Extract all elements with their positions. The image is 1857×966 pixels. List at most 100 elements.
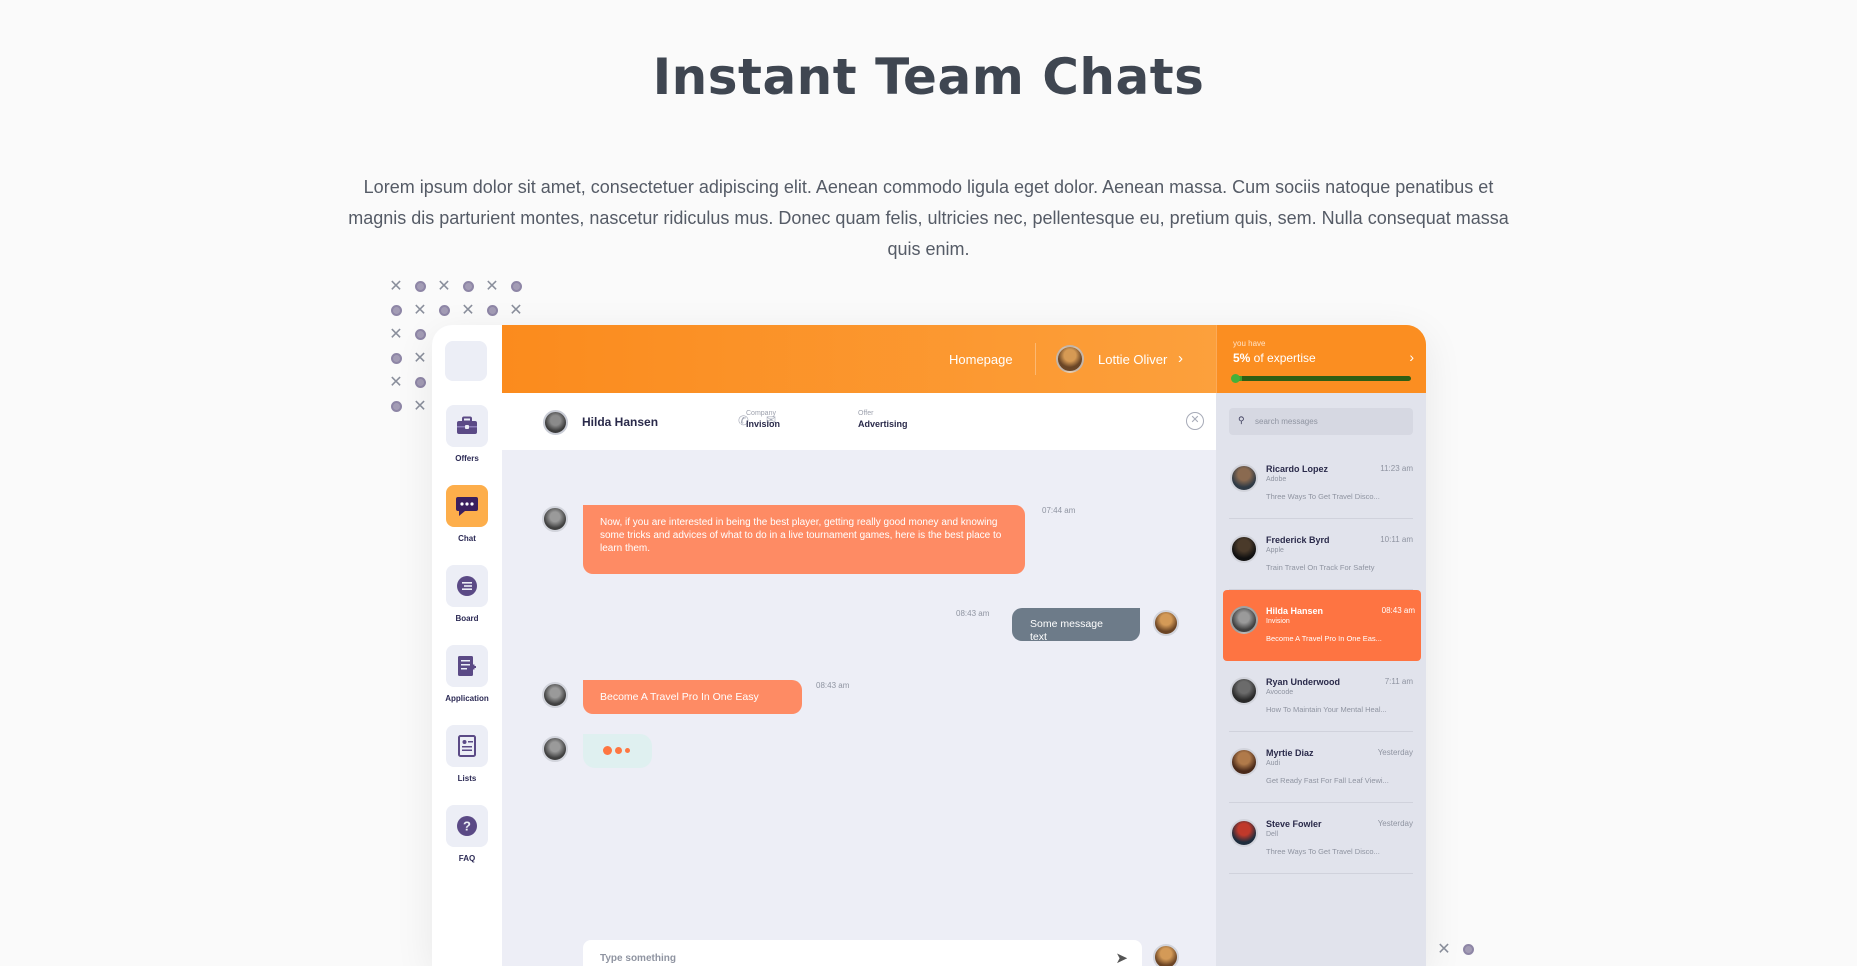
chevron-right-icon[interactable]: ›	[1409, 349, 1414, 365]
briefcase-icon	[446, 405, 488, 447]
message-time: 08:43 am	[816, 681, 850, 690]
user-name[interactable]: Lottie Oliver	[1098, 352, 1167, 367]
contact-avatar	[542, 506, 568, 532]
contact-list-icon	[446, 725, 488, 767]
sidebar-item-label: Application	[445, 694, 489, 703]
conversation-item[interactable]: Ryan Underwood Avocode How To Maintain Y…	[1229, 661, 1413, 732]
chevron-right-icon[interactable]: ›	[1178, 350, 1183, 367]
sidebar-item-faq[interactable]: ? FAQ	[432, 805, 502, 863]
avatar	[1230, 819, 1258, 847]
sidebar-item-label: FAQ	[458, 854, 476, 863]
offer-label: Offer	[858, 410, 874, 417]
sidebar-item-label: Lists	[457, 774, 477, 783]
expertise-value: 5%	[1233, 351, 1251, 365]
sidebar-item-offers[interactable]: Offers	[432, 405, 502, 463]
chat-icon	[446, 485, 488, 527]
conversation-time: Yesterday	[1377, 819, 1413, 828]
conversation-item[interactable]: Steve Fowler Dell Three Ways To Get Trav…	[1229, 803, 1413, 874]
sidebar-item-label: Chat	[458, 534, 476, 543]
conversation-preview: Become A Travel Pro In One Eas...	[1266, 634, 1382, 643]
conversation-name: Ricardo Lopez	[1266, 464, 1329, 474]
message-bubble: Now, if you are interested in being the …	[583, 505, 1025, 574]
close-icon[interactable]: ✕	[1186, 412, 1204, 430]
question-icon: ?	[446, 805, 488, 847]
contact-avatar	[542, 736, 568, 762]
company-value: Invision	[746, 419, 781, 429]
homepage-link[interactable]: Homepage	[949, 352, 1013, 367]
decorative-pattern: ✕ ✕ ✕ ✕	[389, 326, 427, 415]
conversation-name: Ryan Underwood	[1266, 677, 1341, 687]
conversation-item[interactable]: Ricardo Lopez Adobe Three Ways To Get Tr…	[1229, 448, 1413, 519]
conversation-time: 7:11 am	[1384, 677, 1413, 686]
page-title: Instant Team Chats	[652, 48, 1205, 106]
send-icon[interactable]: ➤	[1115, 949, 1128, 966]
message-bubble: Become A Travel Pro In One Easy	[583, 680, 802, 714]
conversation-preview: Three Ways To Get Travel Disco...	[1266, 847, 1380, 856]
user-avatar[interactable]	[1056, 345, 1084, 373]
message-time: 07:44 am	[1042, 506, 1076, 515]
contact-avatar	[542, 682, 568, 708]
conversation-preview: Train Travel On Track For Safety	[1266, 563, 1375, 572]
sidebar-item-board[interactable]: Board	[432, 565, 502, 623]
search-icon: ⚲	[1238, 415, 1245, 425]
conversation-item-active[interactable]: Hilda Hansen Invision Become A Travel Pr…	[1223, 590, 1421, 661]
divider	[1035, 343, 1036, 375]
typing-indicator	[583, 734, 652, 768]
conversation-company: Audi	[1266, 760, 1281, 767]
search-input[interactable]: ⚲ search messages	[1229, 408, 1413, 435]
sidebar-item-label: Offers	[455, 454, 479, 463]
document-edit-icon	[446, 645, 488, 687]
avatar	[1230, 464, 1258, 492]
contact-avatar	[543, 410, 568, 435]
message-input-placeholder: Type something	[600, 953, 676, 964]
user-avatar	[1153, 610, 1179, 636]
conversation-time: 08:43 am	[1381, 606, 1415, 615]
list-circle-icon	[446, 565, 488, 607]
search-placeholder: search messages	[1255, 417, 1318, 426]
avatar	[1230, 748, 1258, 776]
expertise-panel[interactable]: you have 5% of expertise ›	[1216, 325, 1426, 393]
conversation-item[interactable]: Frederick Byrd Apple Train Travel On Tra…	[1229, 519, 1413, 590]
conversation-name: Steve Fowler	[1266, 819, 1322, 829]
conversation-company: Apple	[1266, 547, 1284, 554]
svg-text:?: ?	[463, 819, 471, 834]
company-label: Company	[746, 410, 776, 417]
conversation-preview: How To Maintain Your Mental Heal...	[1266, 705, 1387, 714]
avatar	[1230, 677, 1258, 705]
conversation-company: Avocode	[1266, 689, 1294, 696]
page-description: Lorem ipsum dolor sit amet, consectetuer…	[348, 177, 1509, 259]
chat-header: Hilda Hansen ✆ ✉ Company Invision Offer …	[502, 393, 1216, 450]
conversation-time: Yesterday	[1377, 748, 1413, 757]
offer-info: Offer Advertising	[858, 410, 908, 429]
conversation-company: Invision	[1266, 618, 1290, 625]
expertise-text: of expertise	[1250, 351, 1316, 365]
contact-name: Hilda Hansen	[582, 415, 659, 429]
message-input[interactable]: Type something ➤	[583, 940, 1142, 966]
user-avatar	[1153, 944, 1179, 966]
sidebar-item-lists[interactable]: Lists	[432, 725, 502, 783]
expertise-progress-bar	[1233, 376, 1411, 381]
message-bubble: Some message text	[1012, 608, 1140, 643]
message-time: 08:43 am	[956, 609, 990, 618]
conversation-name: Frederick Byrd	[1266, 535, 1330, 545]
conversation-time: 11:23 am	[1380, 464, 1413, 473]
sidebar-item-application[interactable]: Application	[432, 645, 502, 703]
avatar	[1230, 535, 1258, 563]
page: Instant Team Chats Lorem ipsum dolor sit…	[0, 0, 1857, 966]
conversation-preview: Three Ways To Get Travel Disco...	[1266, 492, 1380, 501]
expertise-label: 5% of expertise	[1233, 351, 1316, 365]
offer-value: Advertising	[858, 419, 908, 429]
progress-knob	[1231, 374, 1240, 383]
chat-app-window: Offers Chat Board Application Lists ? FA…	[432, 325, 1426, 966]
sidebar-item-label: Board	[455, 614, 479, 623]
conversation-time: 10:11 am	[1380, 535, 1413, 544]
decorative-pattern: ✕	[1432, 938, 1482, 962]
sidebar-item-chat[interactable]: Chat	[432, 485, 502, 543]
conversation-company: Adobe	[1266, 476, 1287, 483]
conversation-name: Hilda Hansen	[1266, 606, 1324, 616]
conversation-item[interactable]: Myrtie Diaz Audi Get Ready Fast For Fall…	[1229, 732, 1413, 803]
sidebar: Offers Chat Board Application Lists ? FA…	[432, 325, 502, 966]
conversation-name: Myrtie Diaz	[1266, 748, 1314, 758]
conversation-preview: Get Ready Fast For Fall Leaf Viewi...	[1266, 776, 1389, 785]
conversation-list-panel: ⚲ search messages Ricardo Lopez Adobe Th…	[1216, 393, 1426, 966]
